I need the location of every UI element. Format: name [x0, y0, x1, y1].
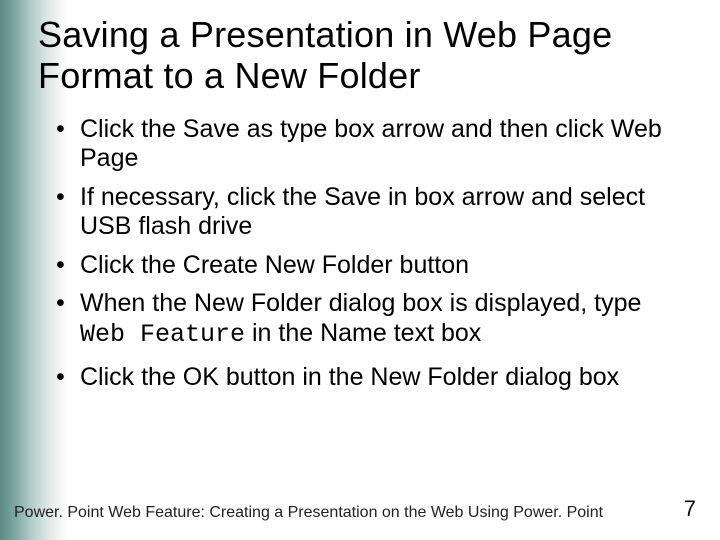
- bullet-text-mono: Web Feature: [80, 320, 245, 349]
- list-item: Click the Create New Folder button: [56, 251, 692, 281]
- slide-content: Saving a Presentation in Web Page Format…: [38, 14, 692, 402]
- list-item: Click the OK button in the New Folder di…: [56, 363, 692, 393]
- bullet-text-suffix: in the Name text box: [245, 319, 481, 347]
- bullet-list-1: Click the Save as type box arrow and the…: [56, 115, 692, 350]
- slide: Saving a Presentation in Web Page Format…: [0, 0, 720, 540]
- list-item: Click the Save as type box arrow and the…: [56, 115, 692, 174]
- page-number: 7: [684, 496, 696, 522]
- bullet-text-prefix: When the New Folder dialog box is displa…: [80, 289, 641, 317]
- slide-title: Saving a Presentation in Web Page Format…: [38, 14, 692, 97]
- bullet-list-2: Click the OK button in the New Folder di…: [56, 363, 692, 393]
- list-item: When the New Folder dialog box is displa…: [56, 289, 692, 349]
- footer-text: Power. Point Web Feature: Creating a Pre…: [14, 504, 603, 522]
- list-item: If necessary, click the Save in box arro…: [56, 183, 692, 242]
